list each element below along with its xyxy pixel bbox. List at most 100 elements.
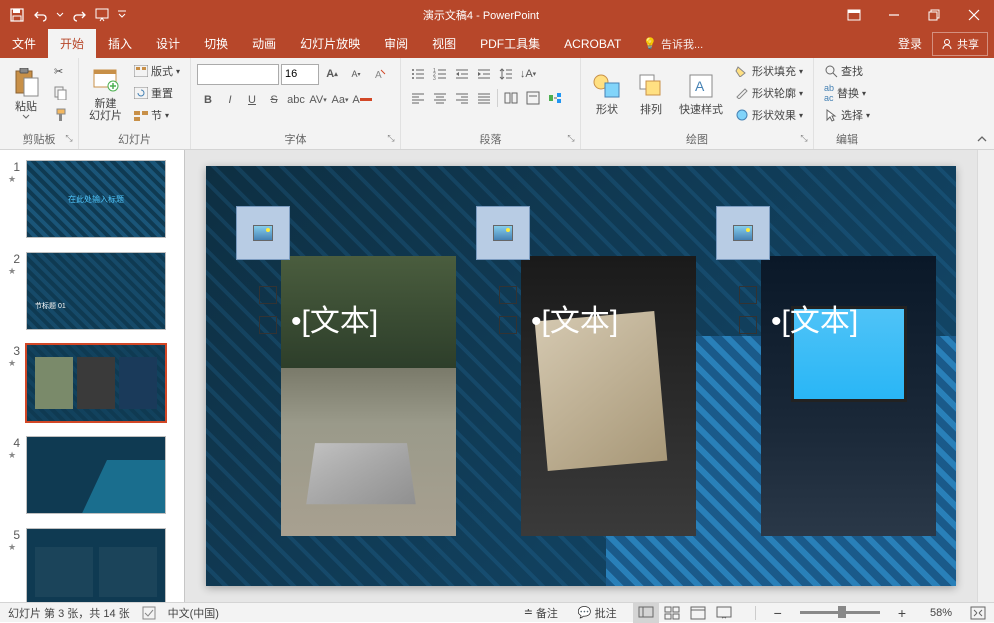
text-shadow-button[interactable]: abc [285, 89, 307, 111]
animations-tab[interactable]: 动画 [240, 29, 288, 58]
columns-button[interactable] [500, 87, 522, 109]
increase-indent-button[interactable] [473, 63, 495, 85]
quick-styles-button[interactable]: A 快速样式 [675, 60, 727, 126]
align-text-button[interactable] [522, 87, 544, 109]
thumbnail-3[interactable]: 3★ [0, 340, 184, 432]
text-direction-button[interactable]: ↓A▾ [517, 63, 539, 85]
thumbnail-panel[interactable]: 1★ 在此处输入标题 2★ 节标题 01 3★ 4★ 5★ [0, 150, 185, 602]
align-left-button[interactable] [407, 87, 429, 109]
slideshow-view-button[interactable] [711, 603, 737, 623]
save-button[interactable] [6, 4, 28, 26]
paste-button[interactable]: 粘贴 [6, 60, 46, 126]
bold-button[interactable]: B [197, 89, 219, 111]
arrange-button[interactable]: 排列 [631, 60, 671, 126]
italic-button[interactable]: I [219, 89, 241, 111]
language-indicator[interactable]: 中文(中国) [168, 605, 219, 621]
review-tab[interactable]: 审阅 [372, 29, 420, 58]
align-right-button[interactable] [451, 87, 473, 109]
slide-canvas[interactable]: •[文本] •[文本] •[文本] [206, 166, 956, 586]
content-placeholder-3[interactable]: •[文本] [726, 216, 936, 536]
image-placeholder-icon[interactable] [236, 206, 290, 260]
fit-to-window-button[interactable] [970, 606, 986, 620]
transitions-tab[interactable]: 切换 [192, 29, 240, 58]
redo-button[interactable] [68, 4, 90, 26]
align-center-button[interactable] [429, 87, 451, 109]
section-button[interactable]: 节▾ [130, 104, 184, 126]
change-case-button[interactable]: Aa▾ [329, 89, 351, 111]
view-tab[interactable]: 视图 [420, 29, 468, 58]
format-painter-button[interactable] [50, 104, 72, 126]
font-color-button[interactable]: A [351, 89, 373, 111]
collapse-ribbon-button[interactable] [972, 130, 992, 150]
strikethrough-button[interactable]: S [263, 89, 285, 111]
text-placeholder-1[interactable]: •[文本] [291, 296, 378, 340]
underline-button[interactable]: U [241, 89, 263, 111]
pdf-tab[interactable]: PDF工具集 [468, 29, 552, 58]
insert-tab[interactable]: 插入 [96, 29, 144, 58]
character-spacing-button[interactable]: AV▾ [307, 89, 329, 111]
smartart-button[interactable] [544, 87, 566, 109]
design-tab[interactable]: 设计 [144, 29, 192, 58]
shape-effects-button[interactable]: 形状效果▾ [731, 104, 807, 126]
undo-button[interactable] [30, 4, 52, 26]
slide-counter[interactable]: 幻灯片 第 3 张，共 14 张 [8, 605, 130, 621]
thumbnail-2[interactable]: 2★ 节标题 01 [0, 248, 184, 340]
shape-fill-button[interactable]: 形状填充▾ [731, 60, 807, 82]
spell-check-icon[interactable] [142, 606, 156, 620]
image-placeholder-icon[interactable] [476, 206, 530, 260]
reading-view-button[interactable] [685, 603, 711, 623]
file-tab[interactable]: 文件 [0, 29, 48, 58]
line-spacing-button[interactable] [495, 63, 517, 85]
select-button[interactable]: 选择▾ [820, 104, 874, 126]
numbering-button[interactable]: 123 [429, 63, 451, 85]
content-placeholder-2[interactable]: •[文本] [486, 216, 696, 536]
login-button[interactable]: 登录 [888, 35, 932, 52]
vertical-scrollbar[interactable] [977, 150, 994, 602]
start-slideshow-button[interactable] [92, 4, 114, 26]
minimize-button[interactable] [874, 0, 914, 29]
new-slide-button[interactable]: 新建 幻灯片 [85, 60, 126, 126]
replace-button[interactable]: abac 替换▾ [820, 82, 874, 104]
decrease-font-button[interactable]: A▾ [345, 63, 367, 85]
slideshow-tab[interactable]: 幻灯片放映 [288, 29, 372, 58]
reset-button[interactable]: 重置 [130, 82, 184, 104]
cut-button[interactable]: ✂ [50, 60, 72, 82]
zoom-slider[interactable] [800, 611, 880, 614]
image-placeholder-icon[interactable] [716, 206, 770, 260]
share-button[interactable]: 共享 [932, 32, 988, 56]
text-placeholder-3[interactable]: •[文本] [771, 296, 858, 340]
notes-button[interactable]: ≐ 备注 [520, 605, 562, 621]
slide-sorter-view-button[interactable] [659, 603, 685, 623]
home-tab[interactable]: 开始 [48, 29, 96, 58]
acrobat-tab[interactable]: ACROBAT [552, 29, 633, 58]
font-family-select[interactable] [197, 64, 279, 85]
bullets-button[interactable] [407, 63, 429, 85]
restore-button[interactable] [914, 0, 954, 29]
paragraph-launcher[interactable]: ⤡ [564, 133, 578, 147]
content-placeholder-1[interactable]: •[文本] [246, 216, 456, 536]
comments-button[interactable]: 💬 批注 [574, 605, 621, 621]
ribbon-display-options[interactable] [834, 0, 874, 29]
font-size-select[interactable] [281, 64, 319, 85]
font-launcher[interactable]: ⤡ [384, 133, 398, 147]
tell-me-search[interactable]: 💡 告诉我... [633, 36, 713, 52]
close-button[interactable] [954, 0, 994, 29]
find-button[interactable]: 查找 [820, 60, 874, 82]
zoom-out-button[interactable]: − [774, 605, 782, 621]
drawing-launcher[interactable]: ⤡ [797, 133, 811, 147]
justify-button[interactable] [473, 87, 495, 109]
text-placeholder-2[interactable]: •[文本] [531, 296, 618, 340]
layout-button[interactable]: 版式▾ [130, 60, 184, 82]
qat-dropdown[interactable] [54, 4, 66, 26]
thumbnail-5[interactable]: 5★ [0, 524, 184, 602]
thumbnail-4[interactable]: 4★ [0, 432, 184, 524]
slide-editor[interactable]: •[文本] •[文本] •[文本] [185, 150, 977, 602]
zoom-in-button[interactable]: + [898, 605, 906, 621]
clear-formatting-button[interactable]: A [369, 63, 391, 85]
thumbnail-1[interactable]: 1★ 在此处输入标题 [0, 156, 184, 248]
decrease-indent-button[interactable] [451, 63, 473, 85]
clipboard-launcher[interactable]: ⤡ [62, 133, 76, 147]
increase-font-button[interactable]: A▴ [321, 63, 343, 85]
shape-outline-button[interactable]: 形状轮廓▾ [731, 82, 807, 104]
normal-view-button[interactable] [633, 603, 659, 623]
